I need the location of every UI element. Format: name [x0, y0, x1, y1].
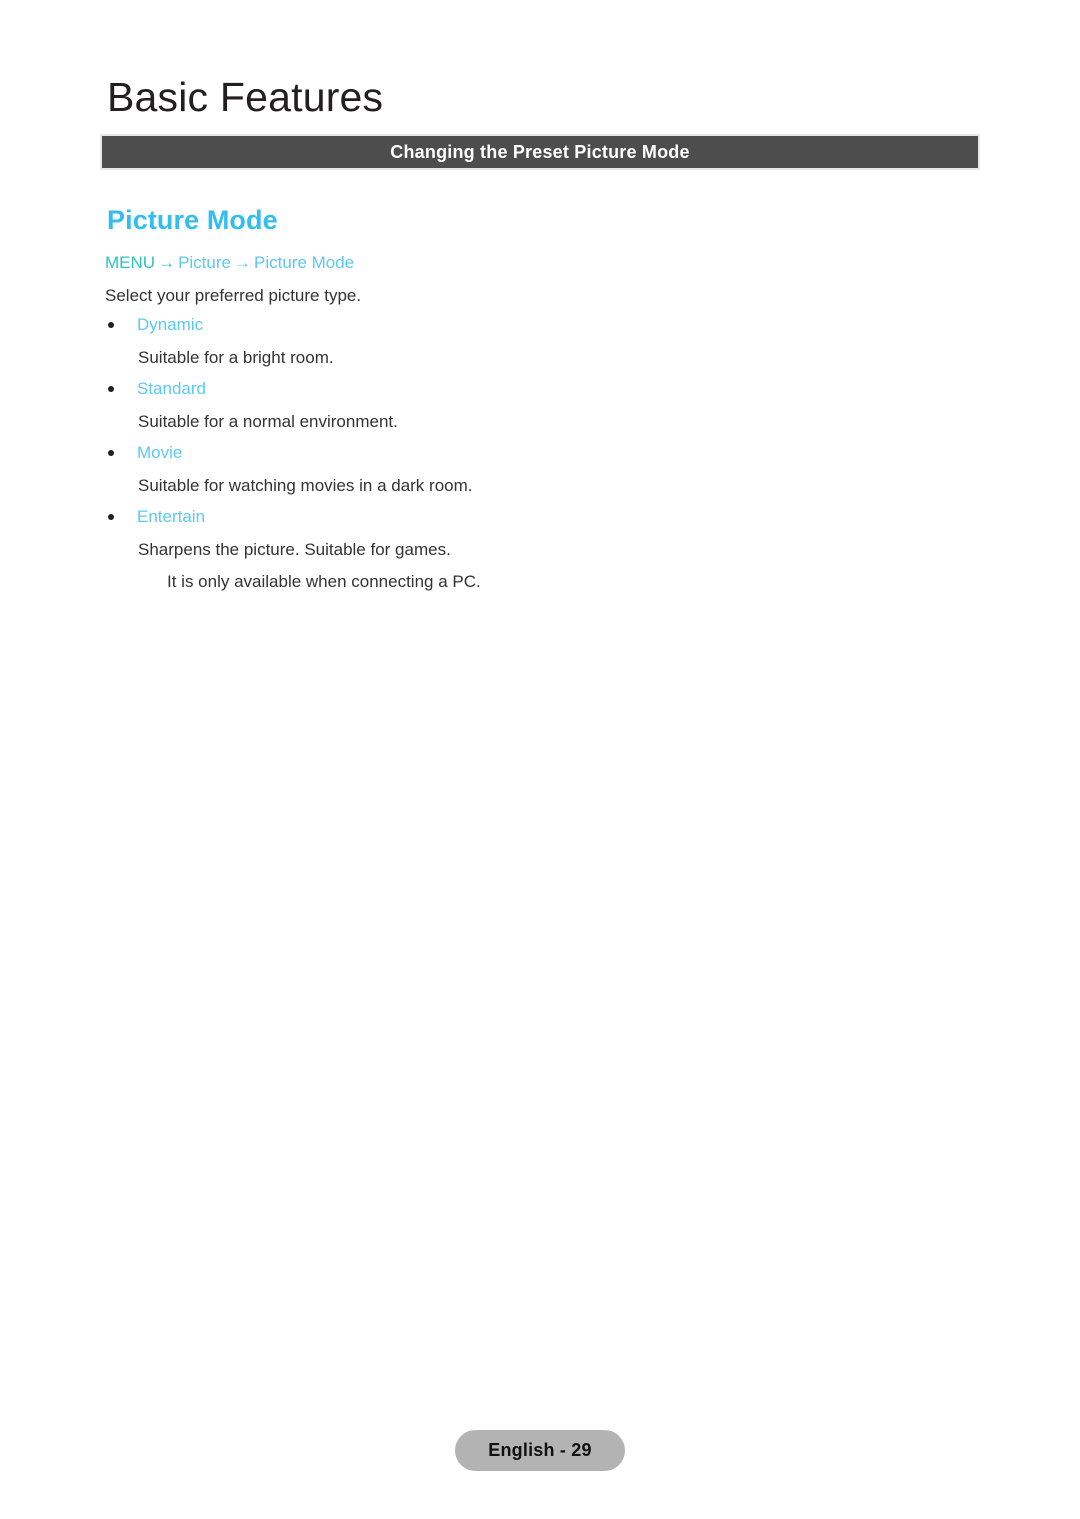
manual-page: Basic Features Changing the Preset Pictu… — [0, 0, 1080, 1519]
intro-text: Select your preferred picture type. — [105, 286, 362, 305]
option-term: Dynamic — [108, 314, 203, 336]
option-note: It is only available when connecting a P… — [167, 572, 481, 591]
option-description: Suitable for watching movies in a dark r… — [138, 476, 473, 495]
option-description: Suitable for a normal environment. — [138, 412, 398, 431]
option-term: Movie — [108, 442, 182, 464]
option-term: Entertain — [108, 506, 205, 528]
page-footer: English - 29 — [0, 1430, 1080, 1471]
breadcrumb-item-picture-mode: Picture Mode — [253, 253, 355, 272]
section-header-label: Changing the Preset Picture Mode — [390, 142, 690, 162]
page-title: Basic Features — [107, 74, 384, 120]
bullet-icon — [108, 322, 114, 328]
breadcrumb: MENU → Picture → Picture Mode — [105, 252, 354, 274]
picture-mode-option-list: Dynamic Suitable for a bright room. Stan… — [0, 314, 1080, 591]
option-label-standard: Standard — [137, 379, 206, 398]
arrow-right-icon: → — [158, 253, 176, 272]
list-item: Entertain Sharpens the picture. Suitable… — [0, 506, 1080, 591]
bullet-icon — [108, 450, 114, 456]
option-description: Sharpens the picture. Suitable for games… — [138, 540, 451, 559]
feature-heading: Picture Mode — [107, 205, 278, 235]
option-term: Standard — [108, 378, 206, 400]
option-label-movie: Movie — [137, 443, 183, 462]
section-header-bar: Changing the Preset Picture Mode — [102, 136, 978, 168]
option-description: Suitable for a bright room. — [138, 348, 334, 367]
arrow-right-icon: → — [233, 253, 251, 272]
option-label-entertain: Entertain — [137, 507, 206, 526]
breadcrumb-root: MENU — [105, 253, 156, 272]
bullet-icon — [108, 386, 114, 392]
option-label-dynamic: Dynamic — [137, 315, 204, 334]
list-item: Standard Suitable for a normal environme… — [0, 378, 1080, 442]
breadcrumb-item-picture: Picture — [178, 253, 231, 272]
list-item: Movie Suitable for watching movies in a … — [0, 442, 1080, 506]
bullet-icon — [108, 514, 114, 520]
page-number-badge: English - 29 — [455, 1430, 625, 1471]
list-item: Dynamic Suitable for a bright room. — [0, 314, 1080, 378]
